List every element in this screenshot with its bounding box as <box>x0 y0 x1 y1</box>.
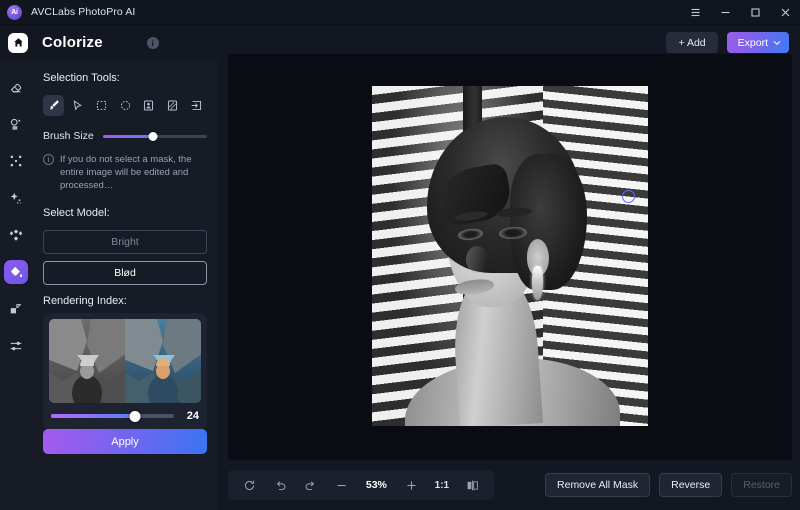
info-icon: i <box>43 154 54 165</box>
title-bar: Ai AVCLabs PhotoPro AI <box>0 0 800 25</box>
application-window: Ai AVCLabs PhotoPro AI Colorize i + Add <box>0 0 800 510</box>
chevron-down-icon <box>773 39 781 47</box>
brush-size-control: Brush Size <box>43 130 207 142</box>
mask-note: i If you do not select a mask, the entir… <box>43 153 207 192</box>
brush-size-slider[interactable] <box>103 131 207 141</box>
actual-size-button[interactable]: 1:1 <box>431 474 453 496</box>
mask-note-text: If you do not select a mask, the entire … <box>60 153 207 192</box>
rendering-index-control: 24 <box>49 403 201 424</box>
reflection-select-icon[interactable] <box>162 95 183 116</box>
rendering-index-thumb[interactable] <box>129 411 140 422</box>
canvas-area[interactable] <box>228 54 792 460</box>
add-button[interactable]: + Add <box>666 32 717 53</box>
rectangle-select-icon[interactable] <box>91 95 112 116</box>
app-logo-text: Ai <box>11 9 17 16</box>
brush-cursor-circle <box>622 190 635 203</box>
remove-all-mask-button[interactable]: Remove All Mask <box>545 473 650 497</box>
ellipse-select-icon[interactable] <box>115 95 136 116</box>
info-icon[interactable]: i <box>147 37 159 49</box>
home-icon[interactable] <box>8 33 28 53</box>
model-option-blod[interactable]: Blød <box>43 261 207 285</box>
brush-size-fill <box>103 135 153 138</box>
hamburger-icon[interactable] <box>680 0 710 25</box>
zoom-out-button[interactable] <box>331 474 353 496</box>
sidebar-item-retouch[interactable] <box>4 223 28 247</box>
selection-tools-label: Selection Tools: <box>43 72 207 84</box>
export-button[interactable]: Export <box>727 32 789 53</box>
reverse-button[interactable]: Reverse <box>659 473 722 497</box>
sidebar-item-adjust[interactable] <box>4 334 28 358</box>
app-logo-icon: Ai <box>7 5 22 20</box>
brush-size-label: Brush Size <box>43 130 94 142</box>
brush-size-thumb[interactable] <box>148 132 157 141</box>
portrait-nose <box>466 246 488 273</box>
compare-split-icon[interactable] <box>462 474 484 496</box>
zoom-level: 53% <box>361 474 391 496</box>
sidebar-item-object-remove[interactable] <box>4 112 28 136</box>
preview-after-colorized <box>125 319 201 403</box>
apply-button[interactable]: Apply <box>43 429 207 454</box>
rendering-index-slider[interactable] <box>51 411 174 422</box>
tool-rail <box>0 60 32 510</box>
minimize-icon[interactable] <box>710 0 740 25</box>
export-button-label: Export <box>738 37 768 49</box>
page-title: Colorize <box>42 34 103 51</box>
mask-actions: Remove All Mask Reverse Restore <box>545 470 792 500</box>
rendering-index-fill <box>51 414 135 418</box>
selection-tools-row <box>43 95 207 116</box>
rendering-index-label: Rendering Index: <box>43 295 207 307</box>
preview-before-grayscale <box>49 319 125 403</box>
brush-tool-icon[interactable] <box>43 95 64 116</box>
sidebar-item-eraser[interactable] <box>4 75 28 99</box>
reset-icon[interactable] <box>238 474 260 496</box>
undo-icon[interactable] <box>269 474 291 496</box>
rendering-index-card: 24 <box>43 313 207 430</box>
rendering-index-value: 24 <box>182 410 199 422</box>
restore-button: Restore <box>731 473 792 497</box>
model-option-bright[interactable]: Bright <box>43 230 207 254</box>
portrait-select-icon[interactable] <box>138 95 159 116</box>
window-controls <box>680 0 800 25</box>
sidebar-item-background[interactable] <box>4 297 28 321</box>
redo-icon[interactable] <box>300 474 322 496</box>
pointer-tool-icon[interactable] <box>67 95 88 116</box>
select-model-label: Select Model: <box>43 207 207 219</box>
photo-image[interactable] <box>372 86 648 426</box>
rendering-index-preview <box>49 319 201 403</box>
options-panel: Selection Tools: <box>32 60 218 510</box>
sidebar-item-enlarge[interactable] <box>4 149 28 173</box>
sidebar-item-enhance[interactable] <box>4 186 28 210</box>
maximize-icon[interactable] <box>740 0 770 25</box>
app-title: AVCLabs PhotoPro AI <box>31 6 135 18</box>
close-icon[interactable] <box>770 0 800 25</box>
zoom-in-button[interactable] <box>400 474 422 496</box>
header-actions: + Add Export <box>666 32 789 53</box>
zoom-controls: 53% 1:1 <box>228 470 494 500</box>
portrait-hair-side <box>510 154 587 290</box>
bottom-toolbar: 53% 1:1 Remove All Mask Reverse Restore <box>228 470 792 500</box>
sidebar-item-colorize[interactable] <box>4 260 28 284</box>
import-mask-icon[interactable] <box>186 95 207 116</box>
